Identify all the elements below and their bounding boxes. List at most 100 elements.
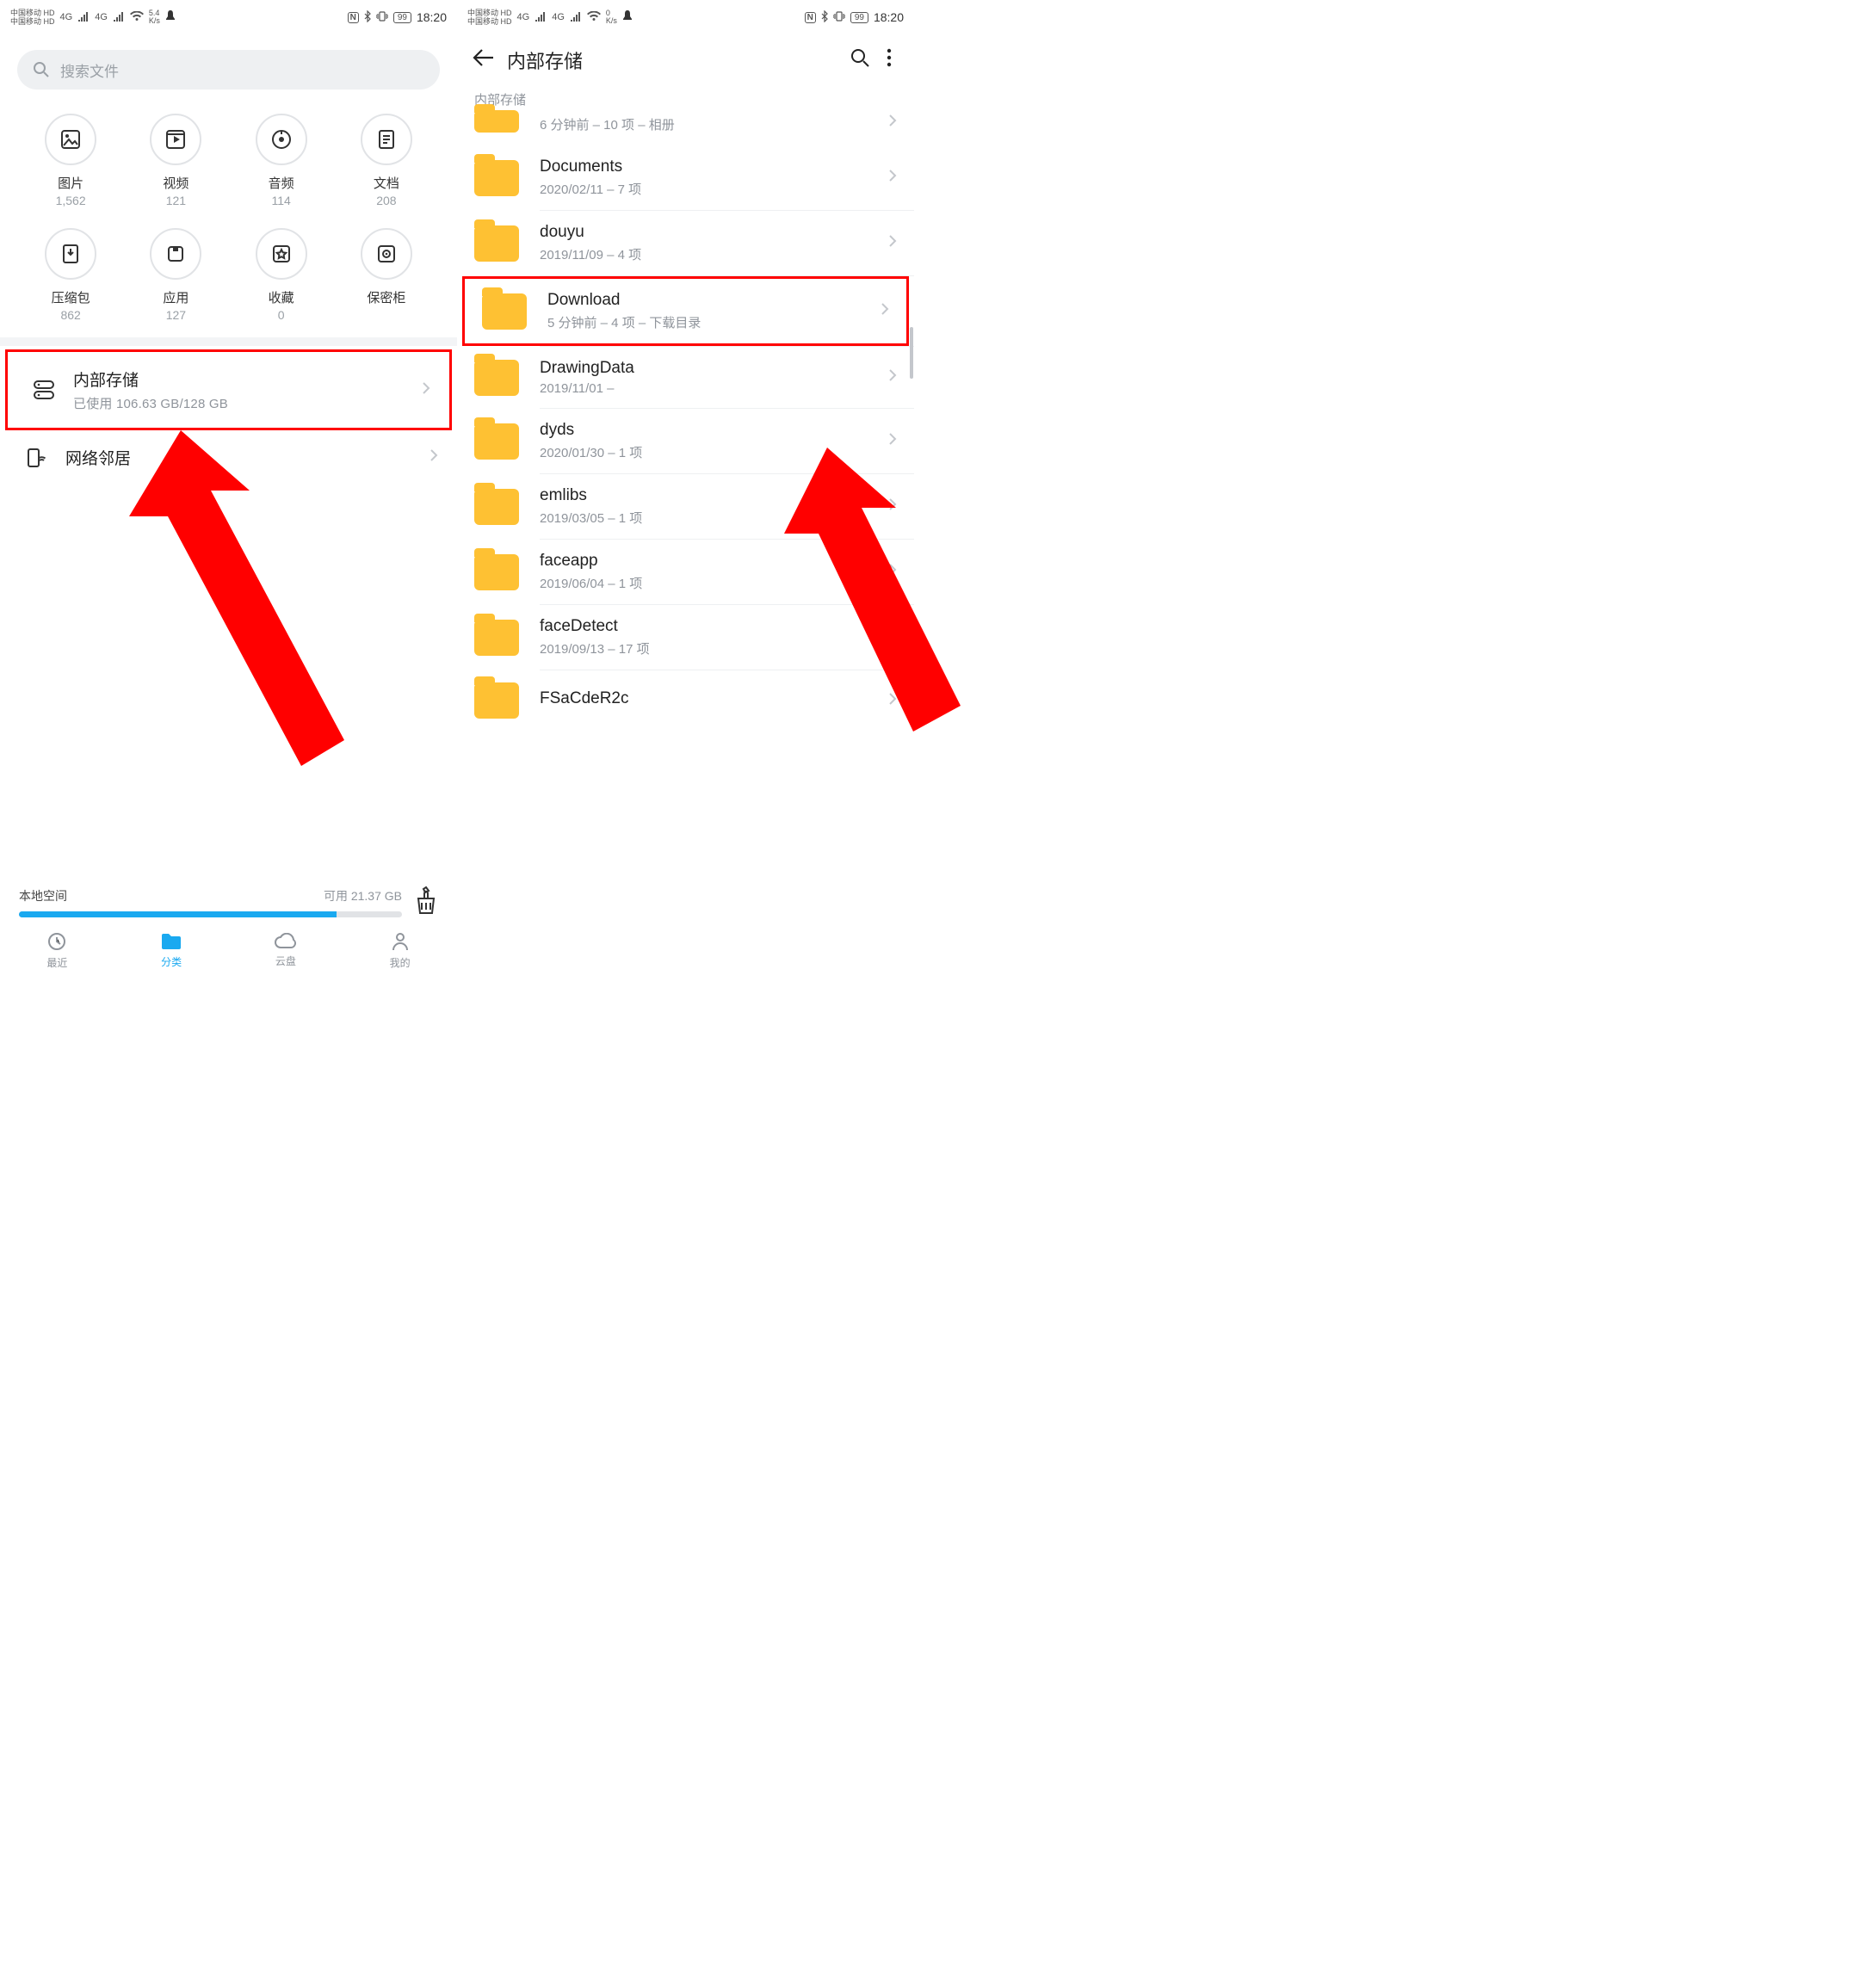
category-文档[interactable]: 文档208 [338,114,435,207]
category-视频[interactable]: 视频 121 [127,114,224,207]
internal-storage-row[interactable]: 内部存储 已使用 106.63 GB/128 GB [5,349,452,430]
folder-list: 6 分钟前 – 10 项 – 相册Documents2020/02/11 – 7… [457,112,914,731]
category-count: 0 [278,308,285,322]
hd-badge: HD [44,9,55,17]
chevron-right-icon [881,302,889,320]
folder-meta: 2020/01/30 – 1 项 [540,443,888,461]
folder-name: emlibs [540,486,888,505]
chevron-right-icon [888,497,897,516]
scroll-indicator[interactable] [910,327,913,379]
status-bar: 中国移动 HD 中国移动 HD 4G 4G 0 K/s N 99 18:20 [457,0,914,34]
category-label: 文档 [374,174,399,192]
available-space-label: 可用 21.37 GB [324,887,402,904]
folder-icon [474,554,519,590]
folder-icon [474,360,519,396]
chevron-right-icon [888,628,897,646]
clock: 18:20 [874,10,904,24]
wifi-icon [130,11,144,24]
category-音频[interactable]: 音频114 [233,114,330,207]
internal-storage-sub: 已使用 106.63 GB/128 GB [73,394,422,412]
folder-meta: 2019/06/04 – 1 项 [540,574,888,592]
net-speed-unit: K/s [606,17,617,25]
nfc-icon: N [348,12,359,23]
battery-indicator: 99 [393,12,411,23]
chevron-right-icon [422,381,430,399]
folder-icon [474,489,519,525]
notification-icon [622,10,633,25]
category-保密柜[interactable]: 保密柜 [338,228,435,322]
bottom-nav: 最近 分类 云盘 我的 [0,919,457,981]
tab-mine[interactable]: 我的 [343,919,457,981]
carrier-label: 中国移动 [10,9,41,17]
category-label: 应用 [163,288,188,306]
category-label: 图片 [58,174,83,192]
page-title: 内部存储 [507,46,842,74]
folder-row-faceDetect[interactable]: faceDetect 2019/09/13 – 17 项 [457,605,914,670]
folder-row-DrawingData[interactable]: DrawingData2019/11/01 – [457,347,914,408]
chevron-right-icon [888,563,897,581]
folder-meta: 2019/03/05 – 1 项 [540,509,888,527]
category-count: 127 [166,308,186,322]
network-neighbourhood-row[interactable]: 网络邻居 [0,430,457,485]
folder-icon [474,110,519,133]
category-icon [256,228,307,280]
category-label: 收藏 [269,288,294,306]
category-label: 保密柜 [367,288,405,306]
folder-name: Download [547,291,881,310]
tab-category[interactable]: 分类 [114,919,229,981]
tab-cloud-label: 云盘 [275,954,296,968]
carrier-label-2: 中国移动 [10,17,41,26]
category-label: 压缩包 [52,288,90,306]
folder-icon [474,423,519,460]
folder-row-emlibs[interactable]: emlibs 2019/03/05 – 1 项 [457,474,914,539]
signal-icon-2 [570,11,582,24]
category-count: 121 [166,194,186,207]
chevron-right-icon [888,692,897,710]
battery-indicator: 99 [850,12,868,23]
tab-recent[interactable]: 最近 [0,919,114,981]
tab-mine-label: 我的 [390,955,411,970]
category-count: 862 [60,308,80,322]
category-收藏[interactable]: 收藏 0 [233,228,330,322]
carrier-label: 中国移动 [467,9,498,17]
folder-meta: 2019/09/13 – 17 项 [540,639,888,658]
category-应用[interactable]: 应用 127 [127,228,224,322]
folder-name: faceDetect [540,617,888,636]
folder-meta: 2019/11/01 – [540,381,888,396]
category-图片[interactable]: 图片1,562 [22,114,119,207]
folder-meta: 2020/02/11 – 7 项 [540,180,888,198]
folder-meta: 5 分钟前 – 4 项 – 下载目录 [547,313,881,331]
vibrate-icon [833,11,845,24]
category-grid: 图片1,562 视频 121 音频114文档208 压缩包 862 应用 127 收藏 0 保密柜 [0,90,457,337]
cleanup-button[interactable] [414,886,438,919]
folder-row-faceapp[interactable]: faceapp 2019/06/04 – 1 项 [457,540,914,604]
category-压缩包[interactable]: 压缩包 862 [22,228,119,322]
hd-badge-2: HD [44,17,55,26]
folder-row-Download[interactable]: Download 5 分钟前 – 4 项 – 下载目录 [462,276,909,346]
tab-cloud[interactable]: 云盘 [229,919,343,981]
folder-icon [474,682,519,719]
divider [0,337,457,346]
folder-row-item[interactable]: 6 分钟前 – 10 项 – 相册 [457,112,914,145]
search-input[interactable]: 搜索文件 [17,50,440,90]
wifi-icon [587,11,601,24]
storage-icon [27,379,61,401]
folder-row-dyds[interactable]: dyds2020/01/30 – 1 项 [457,409,914,473]
internal-storage-title: 内部存储 [73,367,422,391]
category-label: 视频 [163,174,188,192]
folder-row-FSaCdeR2c[interactable]: FSaCdeR2c [457,670,914,731]
folder-name: faceapp [540,552,888,571]
tab-category-label: 分类 [161,954,182,969]
network-label: 4G [60,12,73,22]
folder-row-Documents[interactable]: Documents2020/02/11 – 7 项 [457,145,914,210]
breadcrumb[interactable]: 内部存储 [457,82,914,112]
network-label-2: 4G [552,12,565,22]
back-button[interactable] [471,43,500,77]
nfc-icon: N [805,12,816,23]
chevron-right-icon [888,114,897,132]
search-button[interactable] [842,43,878,77]
status-bar: 中国移动 HD 中国移动 HD 4G 4G 5.4 K/s N [0,0,457,34]
signal-icon [535,11,547,24]
folder-row-douyu[interactable]: douyu2019/11/09 – 4 项 [457,211,914,275]
more-button[interactable] [878,43,900,77]
